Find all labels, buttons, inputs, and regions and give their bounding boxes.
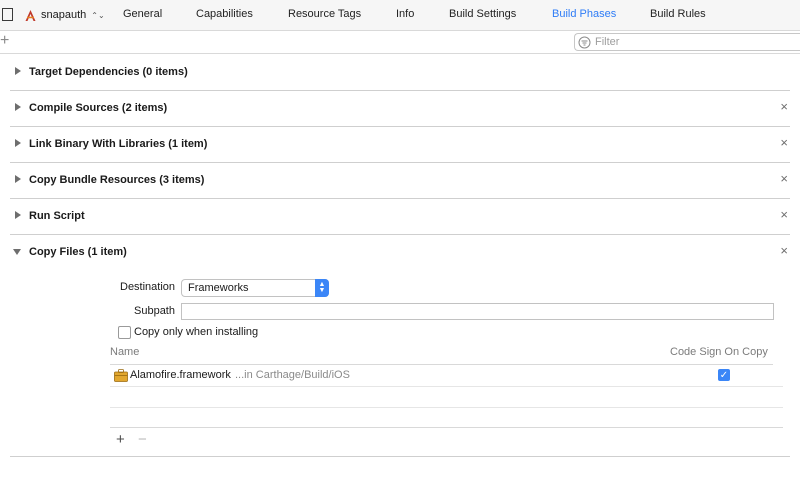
filter-icon [578,36,591,48]
tab-info[interactable]: Info [396,8,414,20]
destination-label: Destination [120,281,176,293]
phase-title: Copy Bundle Resources (3 items) [29,174,205,186]
phase-target-dependencies[interactable]: Target Dependencies (0 items) [10,54,790,91]
close-icon[interactable]: × [780,135,788,150]
files-table-header: Name Code Sign On Copy [110,346,773,365]
column-code-sign[interactable]: Code Sign On Copy [670,346,768,358]
subpath-label: Subpath [134,305,175,317]
filter-bar: + Filter [0,31,800,54]
table-row[interactable]: Alamofire.framework ...in Carthage/Build… [110,366,783,387]
disclosure-triangle-icon[interactable] [15,139,21,147]
tab-build-settings[interactable]: Build Settings [449,8,516,20]
files-table-footer: + − [110,427,783,450]
app-target-icon [25,9,36,21]
disclosure-triangle-icon[interactable] [15,67,21,75]
editor-tab-bar: snapauth ⌃⌄ General Capabilities Resourc… [0,0,800,31]
target-selector[interactable]: snapauth ⌃⌄ [24,7,105,23]
phase-run-script[interactable]: Run Script × [10,198,790,235]
disclosure-triangle-icon[interactable] [15,103,21,111]
target-name: snapauth [41,9,87,21]
divider [10,456,790,457]
disclosure-triangle-icon[interactable] [15,175,21,183]
tab-resource-tags[interactable]: Resource Tags [288,8,361,20]
filter-placeholder: Filter [595,36,620,48]
tab-general[interactable]: General [123,8,162,20]
disclosure-triangle-open-icon[interactable] [13,249,21,255]
subpath-input[interactable] [181,303,774,320]
chevron-updown-icon: ⌃⌄ [91,10,105,20]
add-build-phase-button[interactable]: + [0,31,9,51]
file-path: ...in Carthage/Build/iOS [235,369,350,381]
tab-build-rules[interactable]: Build Rules [650,8,706,20]
disclosure-triangle-icon[interactable] [15,211,21,219]
remove-file-button[interactable]: − [138,431,147,448]
phase-copy-files[interactable]: Copy Files (1 item) × [10,234,790,270]
phase-title: Link Binary With Libraries (1 item) [29,138,208,150]
framework-icon [114,369,128,382]
copy-only-label: Copy only when installing [134,326,259,338]
phase-copy-bundle-resources[interactable]: Copy Bundle Resources (3 items) × [10,162,790,199]
phase-compile-sources[interactable]: Compile Sources (2 items) × [10,90,790,127]
close-icon[interactable]: × [780,207,788,222]
file-name: Alamofire.framework [130,369,231,381]
phase-link-binary[interactable]: Link Binary With Libraries (1 item) × [10,126,790,163]
add-file-button[interactable]: + [116,431,125,448]
project-navigator-toggle[interactable] [2,8,13,21]
phase-title: Run Script [29,210,85,222]
filter-input[interactable]: Filter [574,33,800,51]
destination-value: Frameworks [188,282,249,294]
column-name[interactable]: Name [110,346,139,358]
tab-build-phases[interactable]: Build Phases [552,8,616,20]
copy-only-checkbox[interactable] [118,326,131,339]
phase-title: Copy Files (1 item) [29,246,127,258]
code-sign-checkbox[interactable]: ✓ [718,369,730,381]
phase-title: Compile Sources (2 items) [29,102,168,114]
close-icon[interactable]: × [780,243,788,258]
table-row-empty [110,387,783,408]
tab-capabilities[interactable]: Capabilities [196,8,253,20]
phase-title: Target Dependencies (0 items) [29,66,188,78]
close-icon[interactable]: × [780,171,788,186]
popup-arrows-icon: ▲ ▼ [315,279,329,297]
close-icon[interactable]: × [780,99,788,114]
destination-popup[interactable]: Frameworks ▲ ▼ [181,279,329,297]
